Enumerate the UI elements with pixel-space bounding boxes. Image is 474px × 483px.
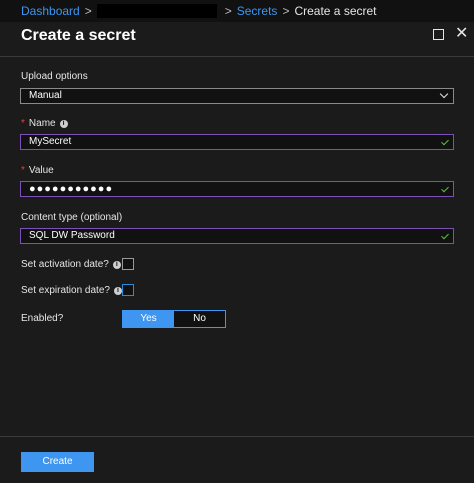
valid-check-icon bbox=[441, 137, 449, 146]
valid-check-icon bbox=[441, 231, 449, 240]
page-title: Create a secret bbox=[21, 27, 136, 44]
info-icon[interactable]: i bbox=[113, 286, 122, 295]
name-label-text: Name bbox=[28, 118, 56, 129]
breadcrumb-secrets-link[interactable]: Secrets bbox=[237, 4, 278, 18]
info-icon[interactable]: i bbox=[112, 260, 121, 269]
activation-label: Set activation date? i bbox=[21, 259, 121, 270]
expiration-label-text: Set expiration date? bbox=[21, 285, 110, 296]
required-marker: * bbox=[21, 165, 25, 176]
info-icon[interactable]: i bbox=[59, 119, 68, 128]
expiration-label: Set expiration date? i bbox=[21, 285, 122, 296]
password-dots: ●●●●●●●●●●● bbox=[29, 183, 114, 195]
value-password-input[interactable]: ●●●●●●●●●●● bbox=[20, 181, 454, 197]
enabled-no-option[interactable]: No bbox=[174, 311, 225, 327]
chevron-down-icon bbox=[439, 89, 449, 99]
value-label-text: Value bbox=[28, 165, 54, 176]
enabled-label: Enabled? bbox=[21, 313, 63, 324]
upload-options-label: Upload options bbox=[21, 71, 88, 82]
redacted-block bbox=[96, 4, 217, 18]
content-type-label-text: Content type (optional) bbox=[21, 212, 123, 223]
activation-date-checkbox[interactable] bbox=[122, 258, 134, 270]
breadcrumb-separator: > bbox=[84, 4, 92, 18]
required-marker: * bbox=[21, 118, 25, 129]
content-type-input[interactable]: SQL DW Password bbox=[20, 228, 454, 244]
upload-options-value: Manual bbox=[29, 90, 62, 101]
expiration-date-checkbox[interactable] bbox=[122, 284, 134, 296]
blade-footer: Create bbox=[0, 436, 474, 483]
maximize-icon[interactable] bbox=[433, 29, 444, 40]
value-label: * Value bbox=[21, 165, 54, 176]
enabled-label-text: Enabled? bbox=[21, 313, 64, 324]
enabled-yes-option[interactable]: Yes bbox=[123, 311, 174, 327]
activation-label-text: Set activation date? bbox=[21, 259, 109, 270]
content-type-value: SQL DW Password bbox=[29, 230, 115, 241]
name-input[interactable]: MySecret bbox=[20, 134, 454, 150]
upload-options-select[interactable]: Manual bbox=[20, 88, 454, 104]
blade-header: Create a secret ✕ bbox=[0, 22, 474, 57]
breadcrumb: Dashboard > > Secrets > Create a secret bbox=[0, 0, 474, 22]
breadcrumb-separator: > bbox=[224, 4, 232, 18]
name-value: MySecret bbox=[29, 136, 72, 147]
enabled-toggle[interactable]: Yes No bbox=[122, 310, 226, 328]
breadcrumb-current: Create a secret bbox=[294, 4, 377, 18]
upload-options-label-text: Upload options bbox=[21, 71, 88, 82]
breadcrumb-dashboard-link[interactable]: Dashboard bbox=[21, 4, 80, 18]
close-icon[interactable]: ✕ bbox=[455, 24, 468, 44]
breadcrumb-separator: > bbox=[282, 4, 290, 18]
valid-check-icon bbox=[441, 184, 449, 193]
content-type-label: Content type (optional) bbox=[21, 212, 122, 223]
name-label: * Name i bbox=[21, 118, 68, 129]
create-button[interactable]: Create bbox=[21, 452, 94, 472]
